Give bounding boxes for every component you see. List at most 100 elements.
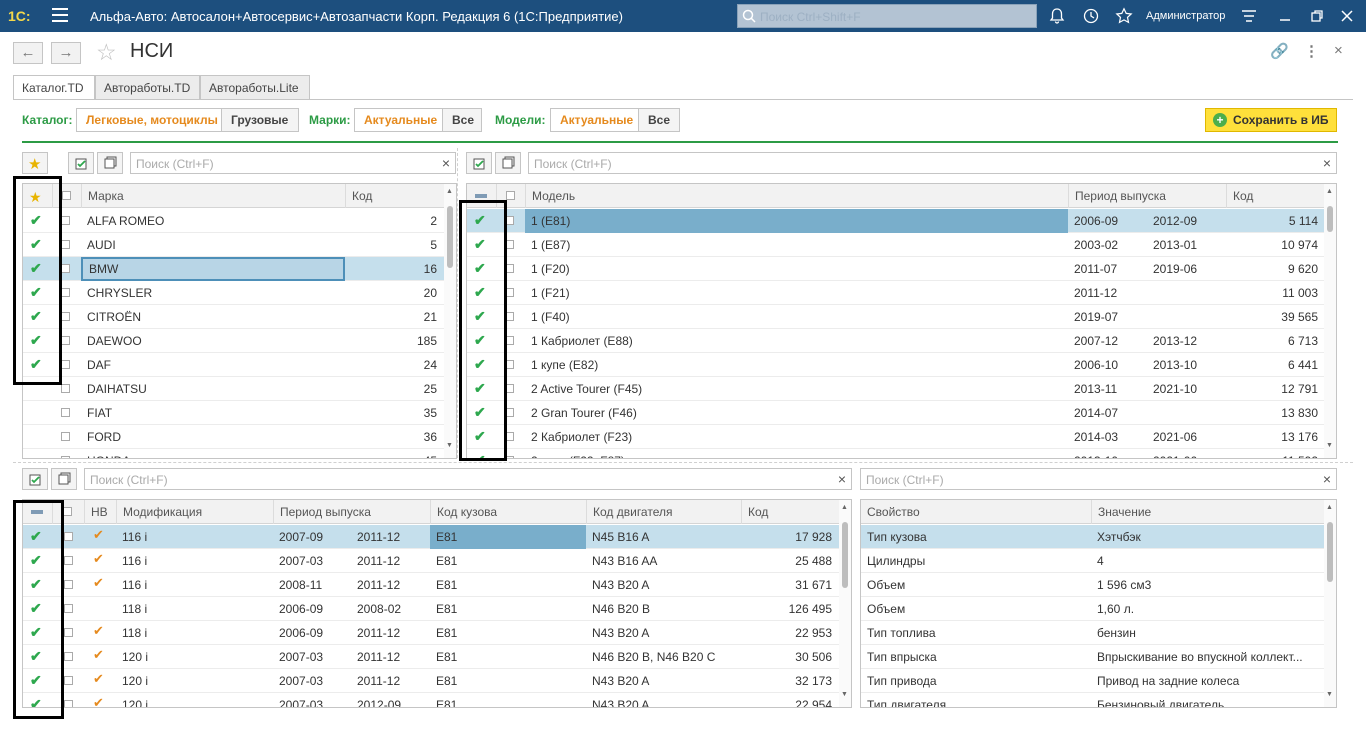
green-check-icon[interactable]: ✔ (474, 429, 486, 443)
scroll-thumb[interactable] (447, 206, 453, 268)
nv-column-header[interactable]: НВ (84, 500, 116, 524)
table-row[interactable]: ✔ ✔ 118 i 2006-09 2011-12 E81 N43 B20 A 22 953 (23, 621, 851, 645)
green-check-icon[interactable]: ✔ (474, 333, 486, 347)
checkbox[interactable] (505, 456, 514, 458)
green-check-icon[interactable]: ✔ (30, 213, 42, 227)
table-row[interactable]: ✔ 118 i 2006-09 2008-02 E81 N46 B20 B 126 495 (23, 597, 851, 621)
minimize-icon[interactable] (1276, 7, 1294, 25)
orange-check-icon[interactable]: ✔ (93, 576, 104, 589)
table-row[interactable]: Объем 1 596 см3 (861, 573, 1336, 597)
checkbox[interactable] (505, 360, 514, 369)
table-row[interactable]: ✔ CITROËN 21 (23, 305, 456, 329)
scroll-down-icon[interactable]: ▼ (1326, 691, 1333, 698)
catalog-cars-button[interactable]: Легковые, мотоциклы (76, 108, 222, 132)
table-row[interactable]: Тип топлива бензин (861, 621, 1336, 645)
favorites-filter-button[interactable]: ★ (22, 152, 48, 174)
table-row[interactable]: ✔ 1 (E87) 2003-02 2013-01 10 974 (467, 233, 1336, 257)
checkbox[interactable] (505, 312, 514, 321)
green-check-icon[interactable]: ✔ (30, 553, 42, 567)
hamburger-menu-icon[interactable] (52, 8, 68, 22)
property-column-header[interactable]: Свойство (861, 500, 1091, 524)
table-row[interactable]: DAIHATSU 25 (23, 377, 456, 401)
scroll-up-icon[interactable]: ▲ (1326, 504, 1333, 511)
period-column-header[interactable]: Период выпуска (273, 500, 430, 524)
close-window-icon[interactable] (1338, 7, 1356, 25)
save-to-db-button[interactable]: + Сохранить в ИБ (1205, 108, 1337, 132)
scroll-down-icon[interactable]: ▼ (1326, 442, 1333, 449)
code-column-header[interactable]: Код (345, 184, 443, 208)
checkbox[interactable] (61, 336, 70, 345)
table-row[interactable]: ✔ AUDI 5 (23, 233, 456, 257)
select-column-header[interactable] (23, 500, 52, 524)
checkbox[interactable] (61, 432, 70, 441)
green-check-icon[interactable]: ✔ (474, 357, 486, 371)
orange-check-icon[interactable]: ✔ (93, 696, 104, 707)
body-code-column-header[interactable]: Код кузова (430, 500, 586, 524)
tab-autoworks-td[interactable]: Авторaботы.TD (95, 75, 200, 100)
mods-scrollbar[interactable]: ▲ ▼ (839, 500, 851, 707)
orange-check-icon[interactable]: ✔ (93, 672, 104, 685)
clear-icon[interactable]: × (1323, 155, 1331, 171)
table-row[interactable]: ✔ 1 (F40) 2019-07 39 565 (467, 305, 1336, 329)
table-row[interactable]: ✔ ALFA ROMEO 2 (23, 209, 456, 233)
scroll-thumb[interactable] (1327, 522, 1333, 582)
link-icon[interactable]: 🔗 (1270, 42, 1289, 60)
close-form-icon[interactable]: × (1334, 42, 1343, 59)
scroll-thumb[interactable] (1327, 206, 1333, 232)
scroll-down-icon[interactable]: ▼ (446, 442, 453, 449)
marks-all-button[interactable]: Все (442, 108, 482, 132)
tab-catalog-td[interactable]: Каталог.TD (13, 75, 95, 100)
checkbox[interactable] (64, 532, 73, 541)
checkbox[interactable] (505, 264, 514, 273)
table-row[interactable]: FIAT 35 (23, 401, 456, 425)
green-check-icon[interactable]: ✔ (30, 529, 42, 543)
table-row[interactable]: ✔ BMW 16 (23, 257, 456, 281)
mods-search-input[interactable]: Поиск (Ctrl+F) × (84, 468, 852, 490)
check-column-header[interactable] (52, 500, 84, 524)
check-all-button[interactable] (22, 468, 48, 490)
code-column-header[interactable]: Код (1226, 184, 1324, 208)
select-column-header[interactable] (467, 184, 496, 208)
add-favorite-star-icon[interactable]: ☆ (96, 40, 117, 64)
green-check-icon[interactable]: ✔ (474, 237, 486, 251)
global-search-input[interactable]: Поиск Ctrl+Shift+F (737, 4, 1037, 28)
checkbox[interactable] (505, 240, 514, 249)
checkbox[interactable] (61, 456, 70, 458)
table-row[interactable]: HONDA45 (23, 449, 456, 458)
table-row[interactable]: ✔ 2 Gran Tourer (F46) 2014-07 13 830 (467, 401, 1336, 425)
user-name[interactable]: Администратор (1146, 10, 1225, 22)
table-row[interactable]: Объем 1,60 л. (861, 597, 1336, 621)
uncheck-all-button[interactable] (51, 468, 77, 490)
table-row[interactable]: ✔ 1 (E81) 2006-09 2012-09 5 114 (467, 209, 1336, 233)
uncheck-all-button[interactable] (97, 152, 123, 174)
favorite-column-header[interactable]: ★ (23, 184, 52, 208)
modification-column-header[interactable]: Модификация (116, 500, 273, 524)
table-row[interactable]: ✔ 2 купе (F22, F87)2013-102021-0611 592 (467, 449, 1336, 458)
orange-check-icon[interactable]: ✔ (93, 552, 104, 565)
scroll-up-icon[interactable]: ▲ (446, 188, 453, 195)
checkbox[interactable] (64, 556, 73, 565)
tab-autoworks-lite[interactable]: Авторaботы.Lite (200, 75, 310, 100)
splitter-vertical[interactable] (457, 148, 458, 458)
table-row[interactable]: ✔ ✔ 120 i 2007-03 2011-12 E81 N43 B20 A 32 173 (23, 669, 851, 693)
green-check-icon[interactable]: ✔ (474, 213, 486, 227)
clear-icon[interactable]: × (1323, 471, 1331, 487)
table-row[interactable]: ✔ ✔ 120 i 2007-03 2011-12 E81 N46 B20 B, N46 B… (23, 645, 851, 669)
green-check-icon[interactable]: ✔ (30, 261, 42, 275)
checkbox[interactable] (505, 408, 514, 417)
models-search-input[interactable]: Поиск (Ctrl+F) × (528, 152, 1337, 174)
brand-column-header[interactable]: Марка (81, 184, 345, 208)
back-button[interactable]: ← (13, 42, 43, 64)
checkbox[interactable] (64, 628, 73, 637)
checkbox[interactable] (61, 240, 70, 249)
orange-check-icon[interactable]: ✔ (93, 528, 104, 541)
checkbox[interactable] (61, 264, 70, 273)
model-column-header[interactable]: Модель (525, 184, 1068, 208)
restore-icon[interactable] (1308, 7, 1326, 25)
table-row[interactable]: ✔ 2 Кабриолет (F23) 2014-03 2021-06 13 176 (467, 425, 1336, 449)
table-row[interactable]: ✔ 1 Кабриолет (E88) 2007-12 2013-12 6 713 (467, 329, 1336, 353)
table-row[interactable]: ✔ ✔ 116 i 2007-09 2011-12 E81 N45 B16 A 17 928 (23, 525, 851, 549)
table-row[interactable]: ✔ CHRYSLER 20 (23, 281, 456, 305)
more-actions-icon[interactable]: ⋮ (1304, 42, 1319, 60)
checkbox[interactable] (61, 408, 70, 417)
